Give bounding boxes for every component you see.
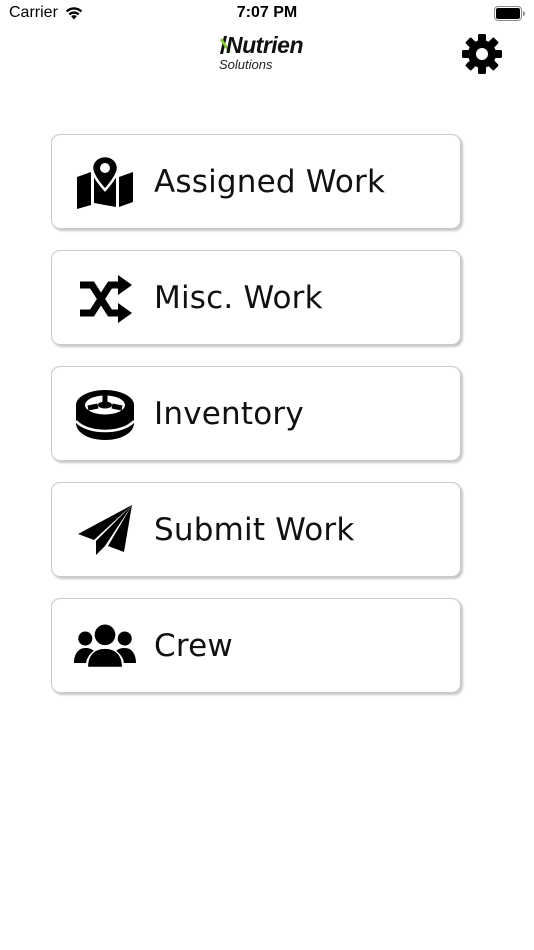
assigned-work-button[interactable]: Assigned Work	[51, 134, 461, 229]
crew-button[interactable]: Crew	[51, 598, 461, 693]
users-icon	[74, 624, 136, 667]
menu-item-label: Misc. Work	[154, 280, 323, 316]
nutrien-logo: Nutrien Solutions	[218, 32, 328, 76]
clock: 7:07 PM	[236, 4, 298, 21]
menu-item-label: Assigned Work	[154, 164, 386, 200]
battery-icon	[494, 6, 525, 21]
submit-work-button[interactable]: Submit Work	[51, 482, 461, 577]
menu-item-label: Inventory	[154, 396, 304, 432]
shuffle-icon	[80, 275, 132, 323]
status-bar: Carrier 7:07 PM	[0, 0, 534, 28]
logo-word: Nutrien	[226, 32, 304, 58]
tire-icon	[75, 390, 135, 440]
logo-subtitle: Solutions	[219, 57, 273, 72]
menu-item-label: Crew	[154, 628, 233, 664]
inventory-button[interactable]: Inventory	[51, 366, 461, 461]
map-marker-icon	[77, 156, 133, 209]
gear-icon	[462, 34, 502, 74]
settings-button[interactable]	[461, 33, 503, 75]
misc-work-button[interactable]: Misc. Work	[51, 250, 461, 345]
paper-plane-icon	[78, 505, 132, 555]
menu-item-label: Submit Work	[154, 512, 355, 548]
